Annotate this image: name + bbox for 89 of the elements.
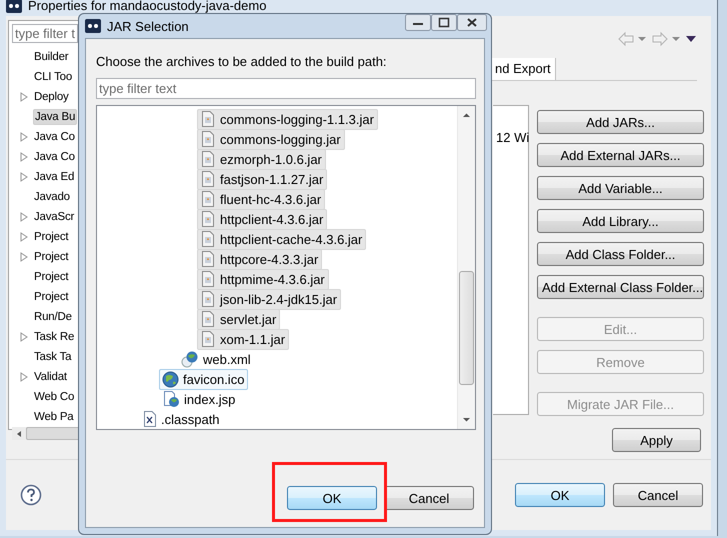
action-button[interactable]: Add Library... xyxy=(537,209,704,233)
tree-item[interactable]: commons-logging-1.1.3.jar xyxy=(197,108,378,130)
tree-item[interactable]: fastjson-1.1.27.jar xyxy=(197,168,328,190)
action-button[interactable]: Add Variable... xyxy=(537,176,704,200)
menu-caret-icon[interactable] xyxy=(685,35,697,43)
action-button[interactable]: Add External JARs... xyxy=(537,143,704,167)
prompt-text: Choose the archives to be added to the build path: xyxy=(96,54,388,69)
dialog-title: JAR Selection xyxy=(107,20,189,32)
tree-item[interactable]: xom-1.1.jar xyxy=(197,328,290,350)
jar-file-icon xyxy=(200,111,216,127)
sidebar-item[interactable]: Deploy xyxy=(33,90,70,104)
tree-item[interactable]: favicon.ico xyxy=(159,368,248,390)
tab[interactable]: nd Export xyxy=(489,58,556,80)
jar-file-icon xyxy=(200,151,216,167)
sidebar-item[interactable]: Web Co xyxy=(33,390,76,404)
app-icon xyxy=(6,0,22,13)
help-icon[interactable] xyxy=(20,484,42,506)
sidebar-item[interactable]: Project xyxy=(33,270,70,284)
list-item[interactable]: 12 Wi xyxy=(493,130,528,145)
globe-icon xyxy=(162,370,179,388)
sidebar-item[interactable]: Project xyxy=(33,290,70,304)
expand-arrow-icon[interactable] xyxy=(20,252,28,262)
sidebar-item[interactable]: Java Bu xyxy=(33,109,78,125)
action-button[interactable]: Add External Class Folder... xyxy=(537,275,704,299)
x-file-icon xyxy=(143,411,157,427)
jar-file-icon xyxy=(200,191,216,207)
tree-item[interactable]: index.jsp xyxy=(159,388,240,410)
sidebar-item[interactable]: Validat xyxy=(33,370,68,384)
jar-file-icon xyxy=(200,311,216,327)
action-button[interactable]: Add Class Folder... xyxy=(537,242,704,266)
sidebar-item[interactable]: Java Co xyxy=(33,130,76,144)
filter-field[interactable]: type filter t xyxy=(12,24,78,43)
cancel-button[interactable]: Cancel xyxy=(613,483,703,507)
vertical-scrollbar[interactable] xyxy=(457,106,475,429)
tree-item[interactable]: servlet.jar xyxy=(197,308,280,330)
jar-file-icon xyxy=(200,211,216,227)
action-button[interactable]: Add JARs... xyxy=(537,110,704,134)
tree-item[interactable]: ezmorph-1.0.6.jar xyxy=(197,148,326,170)
tree-item[interactable]: httpmime-4.3.6.jar xyxy=(197,268,329,290)
minimize-icon[interactable] xyxy=(405,14,431,31)
tree-item[interactable]: httpclient-cache-4.3.6.jar xyxy=(197,228,366,250)
expand-arrow-icon[interactable] xyxy=(20,332,28,342)
sidebar-item[interactable]: CLI Too xyxy=(33,70,74,84)
horizontal-scrollbar[interactable] xyxy=(12,427,80,440)
jar-file-icon xyxy=(200,271,216,287)
maximize-icon[interactable] xyxy=(431,14,457,31)
globe-page-icon xyxy=(162,390,180,408)
app-icon xyxy=(85,19,101,33)
jar-file-icon xyxy=(200,171,216,187)
close-icon[interactable] xyxy=(457,14,487,31)
sidebar-item[interactable]: Builder xyxy=(33,50,70,64)
window-title: Properties for mandaocustody-java-demo xyxy=(28,0,266,12)
cancel-button[interactable]: Cancel xyxy=(384,486,474,510)
apply-button[interactable]: Apply xyxy=(612,428,701,452)
sidebar-item[interactable]: Task Re xyxy=(33,330,76,344)
tree-item[interactable]: httpclient-4.3.6.jar xyxy=(197,208,328,230)
sidebar-item[interactable]: Task Ta xyxy=(33,350,72,364)
sidebar-item[interactable]: Javado xyxy=(33,190,71,204)
expand-arrow-icon[interactable] xyxy=(20,232,28,242)
expand-arrow-icon[interactable] xyxy=(20,92,28,102)
back-arrow-icon[interactable] xyxy=(617,31,647,47)
sidebar-item[interactable]: Web Pa xyxy=(33,410,74,424)
tree-item[interactable]: .classpath xyxy=(140,408,224,430)
jar-file-icon xyxy=(200,331,216,347)
tree-item[interactable]: commons-logging.jar xyxy=(197,128,345,150)
tree-item[interactable]: web.xml xyxy=(178,348,255,370)
ok-button[interactable]: OK xyxy=(515,483,605,507)
library-list[interactable]: 12 Wi xyxy=(493,105,529,415)
sidebar-item[interactable]: Run/De xyxy=(33,310,73,324)
jar-file-icon xyxy=(200,131,216,147)
sidebar-item[interactable]: Java Ed xyxy=(33,170,76,184)
jar-file-icon xyxy=(200,291,216,307)
filter-field[interactable]: type filter text xyxy=(96,78,476,99)
jar-file-icon xyxy=(200,231,216,247)
expand-arrow-icon[interactable] xyxy=(20,132,28,142)
tree-item[interactable]: json-lib-2.4-jdk15.jar xyxy=(197,288,342,310)
sidebar-item[interactable]: Project xyxy=(33,230,70,244)
expand-arrow-icon[interactable] xyxy=(20,152,28,162)
expand-arrow-icon[interactable] xyxy=(20,372,28,382)
expand-arrow-icon[interactable] xyxy=(20,172,28,182)
tree-item[interactable]: httpcore-4.3.3.jar xyxy=(197,248,322,270)
sidebar-item[interactable]: Java Co xyxy=(33,150,76,164)
sidebar-item[interactable]: JavaScr xyxy=(33,210,76,224)
expand-arrow-icon[interactable] xyxy=(20,212,28,222)
jar-file-icon xyxy=(200,251,216,267)
sidebar-item[interactable]: Project xyxy=(33,250,70,264)
tree-item[interactable]: fluent-hc-4.3.6.jar xyxy=(197,188,326,210)
ok-button[interactable]: OK xyxy=(287,486,377,510)
globe-file-icon xyxy=(181,350,199,368)
